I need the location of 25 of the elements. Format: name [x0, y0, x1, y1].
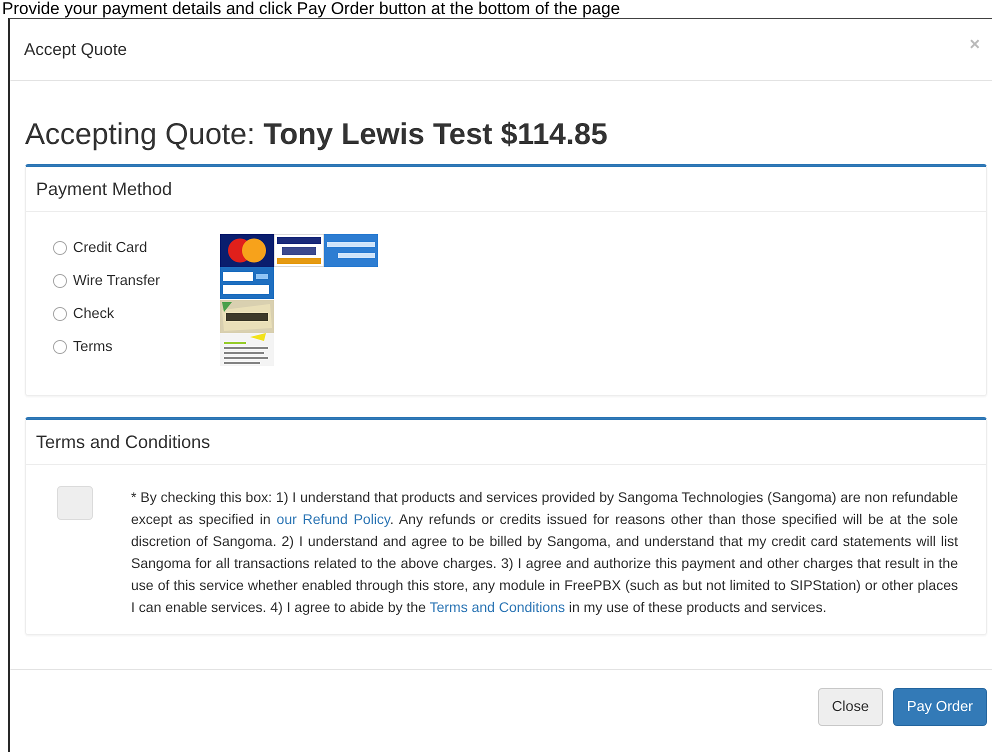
card-logo-drawing [220, 234, 274, 267]
instruction-text: Provide your payment details and click Pay Order button at the bottom of the page [1, 0, 620, 17]
panel-title: Payment Method [36, 178, 172, 200]
close-dialog-button[interactable]: Close [818, 688, 883, 726]
card-logo-drawing [274, 234, 324, 267]
radio-button[interactable] [53, 241, 67, 255]
payment-method-label[interactable]: Terms [73, 339, 112, 355]
wire-transfer-logo-drawing [220, 267, 274, 299]
terms-link[interactable]: Terms and Conditions [430, 599, 565, 615]
radio-button[interactable] [53, 340, 67, 354]
payment-method-label[interactable]: Credit Card [73, 240, 148, 256]
card-logo-drawing [324, 234, 378, 267]
terms-link[interactable]: our Refund Policy [276, 511, 390, 527]
page-heading: Accepting Quote: Tony Lewis Test $114.85 [25, 117, 609, 153]
document-logo-drawing [220, 333, 274, 366]
radio-button[interactable] [53, 274, 67, 288]
payment-method-label[interactable]: Check [73, 306, 114, 322]
modal-title: Accept Quote [24, 40, 128, 60]
panel-title: Terms and Conditions [36, 432, 210, 452]
agree-checkbox[interactable] [57, 486, 93, 520]
radio-button[interactable] [53, 307, 67, 321]
payment-method-label[interactable]: Wire Transfer [73, 273, 160, 289]
terms-paragraph: * By checking this box: 1) I understand that products and services provided by Sangoma Technologies (Sangoma) are non refundable except as specified in our Refund Policy. Any refunds or credits issued for reasons other than those specified will be at the sole discretion of Sangoma. 2) I understand and agree to be billed by Sangoma, and understand that my credit card statements will list Sangoma for all transactions related to the above charges. 3) I agree and authorize this payment and other charges that result in the use of this service whether enabled through this store, any module in FreePBX (such as but not limited to SIPStation) or other places I can enable services. 4) I agree to abide by the Terms and Conditions in my use of these products and services. [131, 488, 958, 617]
pay-order-button[interactable]: Pay Order [892, 688, 987, 726]
check-logo-drawing [220, 300, 274, 333]
